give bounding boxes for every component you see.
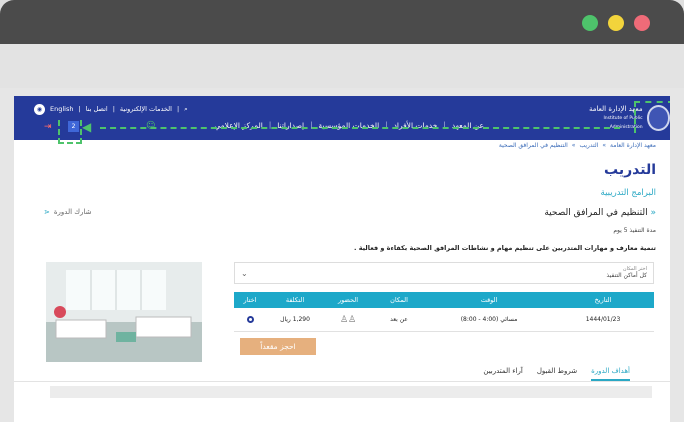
notification-badge[interactable]: 2 <box>68 121 79 132</box>
course-tabs: أهداف الدورة شروط القبول آراء المتدربين <box>14 364 670 382</box>
row-cost: 1,290 ريال <box>280 316 310 323</box>
window-dot-green[interactable] <box>582 15 598 31</box>
tab-content-area <box>50 386 652 398</box>
header-time: الوقت <box>480 296 498 304</box>
institute-emblem-icon <box>646 105 670 131</box>
header-date: التاريخ <box>594 296 612 304</box>
logout-icon[interactable]: ⇥ <box>44 122 52 132</box>
hospital-room-image <box>46 262 202 362</box>
annotation-line <box>58 142 82 144</box>
window-dot-yellow[interactable] <box>608 15 624 31</box>
row-place: عن بعد <box>390 316 408 323</box>
user-icon[interactable]: ☺ <box>146 121 155 131</box>
tab-reviews[interactable]: آراء المتدربين <box>483 364 522 381</box>
tab-objectives[interactable]: أهداف الدورة <box>591 364 630 381</box>
share-label: شارك الدورة <box>53 208 92 216</box>
schedule-table: التاريخ الوقت المكان الحضور التكلفة اختا… <box>234 292 654 332</box>
electronic-services-link[interactable]: الخدمات الإلكترونية <box>120 105 172 113</box>
course-description: تنمية معارف و مهارات المتدربين على تنظيم… <box>353 244 656 252</box>
tab-admission[interactable]: شروط القبول <box>537 364 577 381</box>
annotation-line <box>634 101 670 103</box>
address-bar-area <box>0 44 684 118</box>
globe-icon[interactable]: ◉ <box>34 103 45 115</box>
title-bar <box>0 0 684 44</box>
chevron-down-icon: ⌄ <box>241 269 248 278</box>
window-dot-red[interactable] <box>634 15 650 31</box>
breadcrumb-training[interactable]: التدريب <box>579 142 598 149</box>
search-icon[interactable]: ⌕ <box>184 105 188 114</box>
course-duration: مدة التنفيذ 5 يوم <box>613 227 656 234</box>
header-place: المكان <box>390 296 408 304</box>
table-row: 1444/01/23 مسائي (4:00 - 8:00) عن بعد ♙♙… <box>234 308 654 332</box>
pointer-arrow-icon: ◀ <box>82 120 92 134</box>
header-attendance: الحضور <box>337 296 359 304</box>
annotation-line <box>634 101 636 133</box>
attendance-icon: ♙♙ <box>339 314 357 325</box>
header-select: اختار <box>243 296 257 304</box>
english-link[interactable]: English <box>50 105 73 113</box>
table-header: التاريخ الوقت المكان الحضور التكلفة اختا… <box>234 292 654 308</box>
header-cost: التكلفة <box>285 296 305 304</box>
annotation-line <box>100 127 620 129</box>
page-subtitle: البرامج التدريبية <box>600 188 656 198</box>
breadcrumb-current: التنظيم في المرافق الصحية <box>498 142 568 149</box>
annotation-line <box>58 120 60 144</box>
row-date: 1444/01/23 <box>585 316 621 323</box>
course-title: « التنظيم في المرافق الصحية <box>544 208 656 218</box>
site-logo[interactable]: معهد الإدارة العامة Institute of Public … <box>578 100 670 136</box>
breadcrumb-home[interactable]: معهد الإدارة العامة <box>610 142 656 149</box>
main-nav: عن المعهد | خدمات الأفراد | الخدمات المؤ… <box>214 120 484 130</box>
breadcrumb: معهد الإدارة العامة » التدريب » التنظيم … <box>498 142 656 149</box>
browser-window: معهد الإدارة العامة Institute of Public … <box>0 0 684 422</box>
book-seat-button[interactable]: احجز مقعداً <box>240 338 316 355</box>
location-select[interactable]: اختر المكان كل أماكن التنفيذ ⌄ <box>234 262 654 284</box>
contact-link[interactable]: اتصل بنا <box>86 105 108 113</box>
site-header: معهد الإدارة العامة Institute of Public … <box>14 96 670 140</box>
web-page: معهد الإدارة العامة Institute of Public … <box>14 96 670 422</box>
share-course[interactable]: شارك الدورة ⋖ <box>44 208 91 216</box>
logo-arabic: معهد الإدارة العامة <box>589 104 643 113</box>
share-icon: ⋖ <box>44 208 50 216</box>
page-title: التدريب <box>604 162 656 178</box>
location-value: كل أماكن التنفيذ <box>606 272 647 279</box>
row-select-radio[interactable] <box>234 308 266 331</box>
utility-bar: ◉ English | اتصل بنا | الخدمات الإلكترون… <box>34 103 188 115</box>
row-time: مسائي (4:00 - 8:00) <box>460 316 518 323</box>
